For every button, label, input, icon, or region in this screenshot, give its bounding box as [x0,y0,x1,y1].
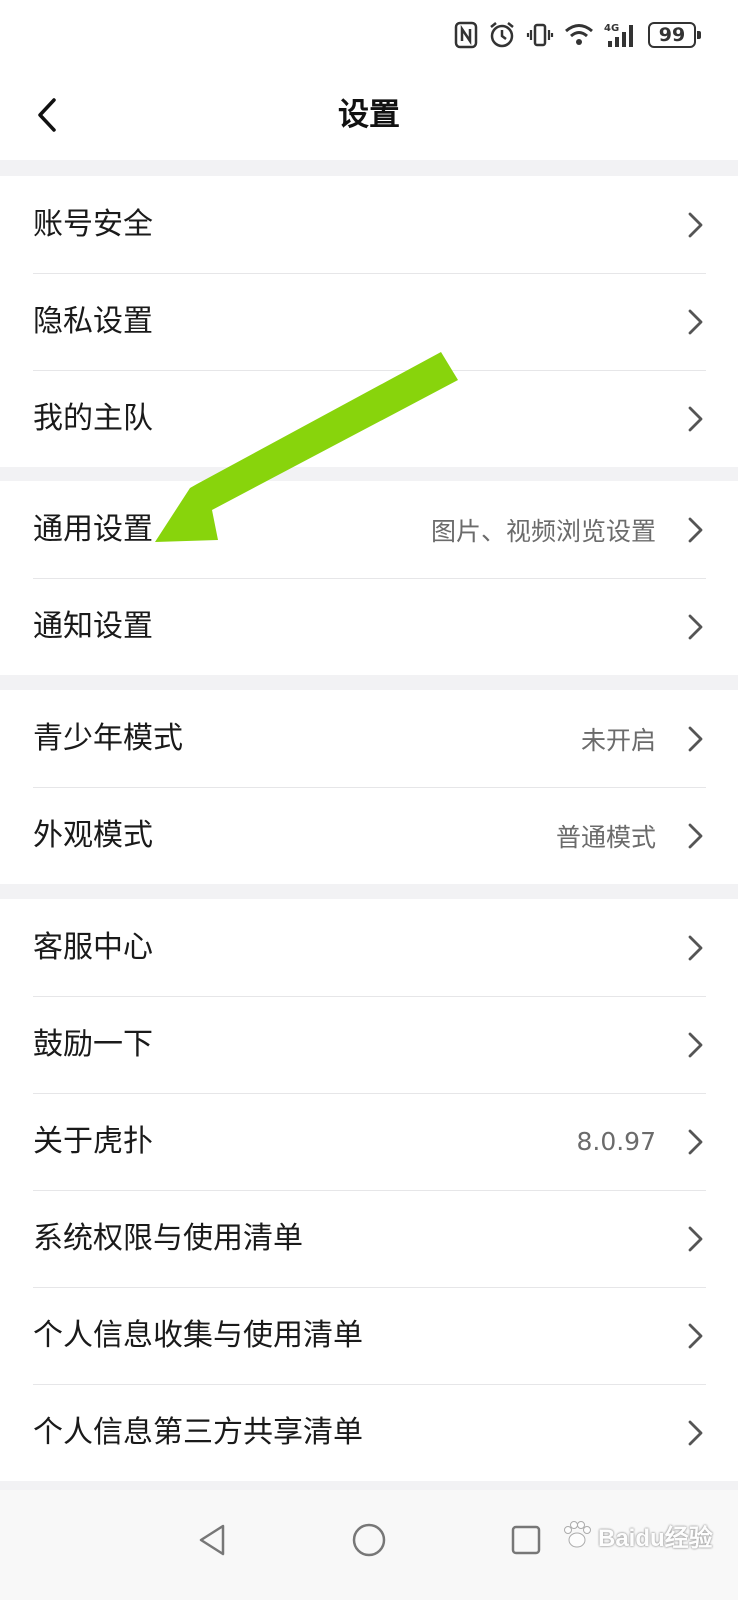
row-notification-settings[interactable]: 通知设置 [0,578,738,675]
square-recents-icon [511,1525,541,1555]
chevron-right-icon [688,517,703,542]
cellular-signal-icon: 4G [604,21,638,49]
settings-group-account: 账号安全 隐私设置 我的主队 [0,176,738,467]
row-label: 通用设置 [33,511,153,547]
settings-group-about: 客服中心 鼓励一下 关于虎扑 8.0.97 系统权限与使用清单 个人信息收集与使… [0,899,738,1481]
circle-home-icon [352,1523,386,1557]
row-third-party-sharing[interactable]: 个人信息第三方共享清单 [0,1384,738,1481]
row-general-settings[interactable]: 通用设置 图片、视频浏览设置 [0,481,738,578]
chevron-right-icon [688,1226,703,1251]
row-value: 8.0.97 [576,1127,656,1156]
chevron-right-icon [688,212,703,237]
status-icons: 4G 99 [454,18,701,52]
row-label: 个人信息第三方共享清单 [33,1414,363,1450]
row-customer-service[interactable]: 客服中心 [0,899,738,996]
row-value: 图片、视频浏览设置 [430,516,656,546]
chevron-right-icon [688,309,703,334]
row-value: 普通模式 [555,822,656,852]
row-label: 我的主队 [33,400,153,436]
row-label: 关于虎扑 [33,1123,153,1159]
chevron-right-icon [688,823,703,848]
row-label: 系统权限与使用清单 [33,1220,303,1256]
page-title: 设置 [338,97,400,133]
row-system-permissions[interactable]: 系统权限与使用清单 [0,1190,738,1287]
row-label: 隐私设置 [33,303,153,339]
row-label: 外观模式 [33,817,153,853]
header: 设置 [0,70,738,160]
settings-group-modes: 青少年模式 未开启 外观模式 普通模式 [0,690,738,884]
paw-icon [564,1521,591,1548]
chevron-right-icon [688,406,703,431]
row-value: 未开启 [580,725,656,755]
row-label: 账号安全 [33,206,153,242]
row-label: 通知设置 [33,608,153,644]
chevron-right-icon [688,726,703,751]
row-account-security[interactable]: 账号安全 [0,176,738,273]
chevron-right-icon [688,1129,703,1154]
settings-group-general: 通用设置 图片、视频浏览设置 通知设置 [0,481,738,675]
status-bar: 4G 99 [0,0,738,70]
chevron-right-icon [688,614,703,639]
vibrate-icon [526,21,554,49]
row-label: 青少年模式 [33,720,183,756]
baidu-watermark: Baidu经验 [560,1505,730,1565]
row-label: 鼓励一下 [33,1026,153,1062]
row-personal-info-collection[interactable]: 个人信息收集与使用清单 [0,1287,738,1384]
chevron-right-icon [688,1323,703,1348]
alarm-icon [488,21,516,49]
nav-recents-button[interactable] [498,1512,554,1568]
row-about-app[interactable]: 关于虎扑 8.0.97 [0,1093,738,1190]
row-teen-mode[interactable]: 青少年模式 未开启 [0,690,738,787]
wifi-icon [564,22,594,48]
nav-home-button[interactable] [341,1512,397,1568]
nfc-icon [454,21,478,49]
watermark-text: Baidu经验 [598,1524,713,1552]
chevron-right-icon [688,1032,703,1057]
row-appearance-mode[interactable]: 外观模式 普通模式 [0,787,738,884]
nav-back-button[interactable] [184,1512,240,1568]
chevron-right-icon [688,1420,703,1445]
triangle-back-icon [199,1524,225,1556]
row-encourage[interactable]: 鼓励一下 [0,996,738,1093]
chevron-right-icon [688,935,703,960]
row-label: 客服中心 [33,929,153,965]
row-label: 个人信息收集与使用清单 [33,1317,363,1353]
svg-text:4G: 4G [604,23,619,34]
battery-indicator: 99 [648,22,701,48]
row-my-home-team[interactable]: 我的主队 [0,370,738,467]
settings-screen: 4G 99 设置 账号安全 隐私设置 我的主队 通用设置 图片、视频浏览设置 通… [0,0,738,1600]
row-privacy-settings[interactable]: 隐私设置 [0,273,738,370]
